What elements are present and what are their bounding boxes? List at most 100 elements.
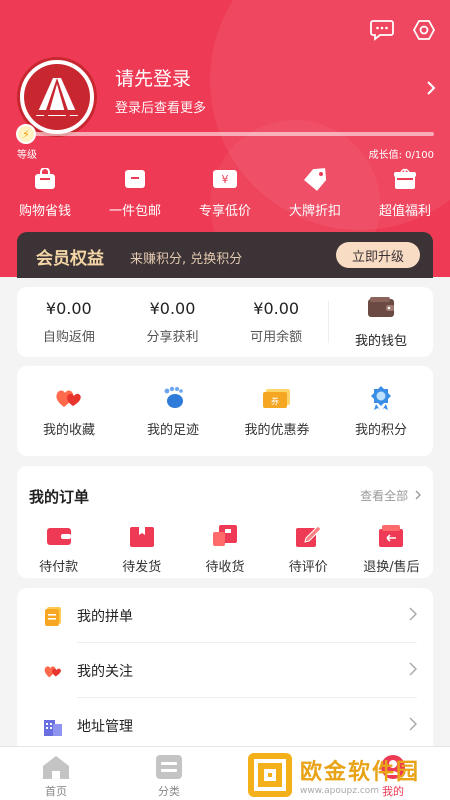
yen-tag-icon: ¥ — [211, 166, 239, 192]
order-label: 待发货 — [122, 560, 162, 575]
tab-label: 首页 — [45, 785, 67, 798]
medal-icon — [366, 385, 396, 411]
watermark-url: www.apoupz.com — [300, 786, 380, 796]
tab-home[interactable]: 首页 — [21, 753, 91, 799]
watermark-name: 欧金软件园 — [300, 760, 421, 785]
header-actions — [370, 18, 436, 42]
order-pending-review[interactable]: 待评价 — [267, 524, 350, 575]
perk-label: 专享低价 — [198, 204, 251, 219]
order-label: 待收货 — [205, 560, 245, 575]
order-return-aftersale[interactable]: 退换/售后 — [350, 524, 433, 575]
edit-icon — [293, 524, 323, 548]
wallet-icon — [367, 296, 395, 322]
quick-item-favorites[interactable]: 我的收藏 — [17, 366, 121, 456]
menu-item-address[interactable]: 地址管理 — [17, 698, 433, 753]
perk-label: 购物省钱 — [18, 204, 71, 219]
building-icon — [43, 716, 63, 736]
menu-label: 我的关注 — [77, 663, 133, 680]
menu-list-card: 我的拼单 我的关注 地址管理 — [17, 588, 433, 758]
growth-value: 成长值: 0/100 — [368, 150, 434, 161]
perk-item[interactable]: 一件包邮 — [91, 166, 179, 219]
bag-icon — [31, 166, 59, 192]
watermark-text: 欧金软件园 www.apoupz.com — [300, 754, 420, 796]
perk-label: 大牌折扣 — [288, 204, 341, 219]
perk-item[interactable]: 购物省钱 — [1, 166, 89, 219]
level-label: 等级 — [17, 150, 37, 161]
watermark-logo-icon — [248, 753, 292, 797]
tab-category[interactable]: 分类 — [134, 753, 204, 799]
follow-hearts-icon — [43, 661, 63, 681]
order-pending-shipment[interactable]: 待发货 — [100, 524, 183, 575]
menu-label: 我的拼单 — [77, 608, 133, 625]
view-all-orders-link[interactable]: 查看全部 — [360, 487, 421, 504]
member-subtitle: 来赚积分, 兑换积分 — [130, 252, 243, 267]
order-pending-payment[interactable]: 待付款 — [17, 524, 100, 575]
package-icon — [127, 524, 157, 548]
svg-text:券: 券 — [271, 396, 279, 406]
wallet-value: ¥0.00 — [149, 299, 196, 318]
wallet-label: 分享获利 — [146, 330, 199, 345]
box-icon — [121, 166, 149, 192]
footprint-icon — [158, 385, 188, 411]
order-label: 待评价 — [288, 560, 328, 575]
perks-row: 购物省钱 一件包邮 ¥ 专享低价 大牌折扣 超值福利 — [0, 166, 450, 219]
lightning-icon: ⚡ — [16, 124, 36, 144]
order-pending-receipt[interactable]: 待收货 — [183, 524, 266, 575]
wallet-icon — [44, 524, 74, 548]
level-progress-bar — [24, 132, 434, 136]
menu-item-follows[interactable]: 我的关注 — [17, 643, 433, 698]
return-icon — [376, 524, 406, 548]
chevron-right-icon — [409, 716, 418, 735]
quick-item-points[interactable]: 我的积分 — [329, 366, 433, 456]
wallet-label: 自购返佣 — [42, 330, 95, 345]
login-title[interactable]: 请先登录 — [115, 64, 191, 91]
chevron-right-icon — [409, 661, 418, 680]
view-all-label: 查看全部 — [360, 489, 409, 503]
quick-item-footprint[interactable]: 我的足迹 — [121, 366, 225, 456]
order-label: 退换/售后 — [363, 560, 420, 575]
login-subtitle: 登录后查看更多 — [115, 101, 207, 116]
member-title: 会员权益 — [36, 249, 104, 269]
perk-label: 超值福利 — [378, 204, 431, 219]
wallet-label: 可用余额 — [250, 330, 303, 345]
menu-item-group-orders[interactable]: 我的拼单 — [17, 588, 433, 643]
wallet-item-commission[interactable]: ¥0.00 自购返佣 — [17, 287, 121, 357]
price-tag-icon — [301, 166, 329, 192]
perk-item[interactable]: 大牌折扣 — [271, 166, 359, 219]
group-order-icon — [43, 606, 63, 626]
my-wallet-button[interactable]: 我的钱包 — [329, 287, 433, 357]
order-status-row: 待付款 待发货 待收货 待评价 退换/售后 — [17, 524, 433, 575]
hearts-icon — [54, 385, 84, 411]
upgrade-button[interactable]: 立即升级 — [336, 242, 420, 268]
my-wallet-label: 我的钱包 — [355, 333, 408, 349]
home-icon — [41, 753, 71, 781]
gift-icon — [391, 166, 419, 192]
quick-label: 我的足迹 — [146, 422, 199, 438]
perk-item[interactable]: 超值福利 — [361, 166, 449, 219]
wallet-value: ¥0.00 — [45, 299, 92, 318]
wallet-item-balance[interactable]: ¥0.00 可用余额 — [224, 287, 328, 357]
svg-text:¥: ¥ — [222, 173, 229, 186]
quick-label: 我的收藏 — [42, 422, 95, 438]
message-icon[interactable] — [370, 18, 394, 42]
quick-access-card: 我的收藏 我的足迹 券 我的优惠券 我的积分 — [17, 366, 433, 456]
perk-label: 一件包邮 — [108, 204, 161, 219]
truck-icon — [210, 524, 240, 548]
menu-label: 地址管理 — [77, 718, 133, 735]
quick-label: 我的积分 — [354, 422, 407, 438]
wallet-item-share[interactable]: ¥0.00 分享获利 — [121, 287, 225, 357]
order-label: 待付款 — [39, 560, 79, 575]
member-benefits-banner[interactable]: 会员权益 来赚积分, 兑换积分 立即升级 — [17, 232, 433, 278]
chevron-right-icon[interactable] — [426, 80, 436, 100]
wallet-value: ¥0.00 — [253, 299, 300, 318]
quick-item-coupons[interactable]: 券 我的优惠券 — [225, 366, 329, 456]
chevron-right-icon — [409, 606, 418, 625]
perk-item[interactable]: ¥ 专享低价 — [181, 166, 269, 219]
wallet-card: ¥0.00 自购返佣 ¥0.00 分享获利 ¥0.00 可用余额 我的钱包 — [17, 287, 433, 357]
orders-title: 我的订单 — [29, 488, 90, 506]
orders-card: 我的订单 查看全部 待付款 待发货 待收货 待评价 退换/售后 — [17, 466, 433, 578]
category-icon — [154, 753, 184, 781]
coupon-icon: 券 — [262, 385, 292, 411]
chevron-right-icon — [415, 489, 421, 503]
settings-icon[interactable] — [412, 18, 436, 42]
